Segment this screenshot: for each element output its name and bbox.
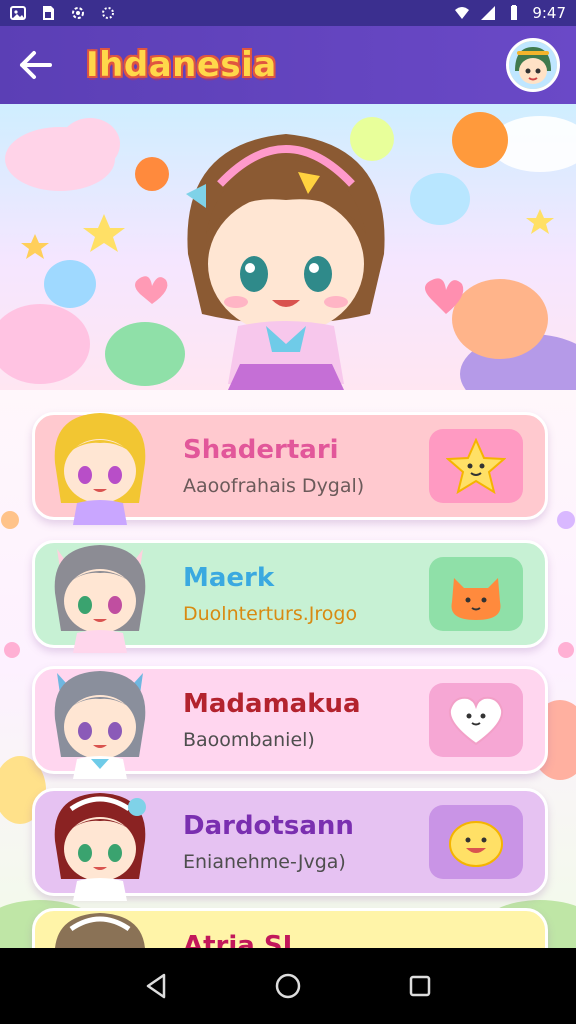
status-icons-right: 9:47 [454,4,566,22]
character-portrait [55,913,145,948]
card-badge[interactable] [429,683,523,757]
card-badge[interactable] [429,805,523,879]
heart-face-icon [448,696,504,746]
character-card-3[interactable]: Madamakua Baoombaniel) [32,666,548,779]
system-nav-bar [0,948,576,1024]
nav-home-button[interactable] [266,964,310,1008]
nav-recents-button[interactable] [398,964,442,1008]
card-text: Atria SI [183,931,415,948]
status-icons-left [10,5,116,21]
card-title: Maerk [183,563,275,593]
settings-icon [72,7,84,19]
profile-avatar[interactable] [506,38,560,92]
card-title: Dardotsann [183,811,354,841]
hero-illustration [0,112,576,390]
card-text: Shadertari Aaoofrahais Dygal) [183,435,415,497]
character-portrait [54,545,146,653]
nav-back-icon [146,973,166,999]
character-card-5[interactable]: Atria SI [32,908,548,948]
card-text: Dardotsann Enianehme-Jvga) [183,811,415,873]
status-time: 9:47 [532,4,566,22]
smile-face-icon [449,821,503,867]
card-subtitle: Baoombaniel) [183,729,315,751]
character-card-2[interactable]: Maerk Duolnterturs.Jrogo [32,540,548,653]
card-text: Madamakua Baoombaniel) [183,689,415,751]
card-title: Atria SI [183,931,293,948]
profile-avatar-icon [509,41,557,89]
app-title: Ihdanesia [86,45,277,85]
character-card-1[interactable]: Shadertari Aaoofrahais Dygal) [32,412,548,525]
hero-banner [0,104,576,390]
character-list: Shadertari Aaoofrahais Dygal) Maerk Duol… [0,390,576,948]
orange-cat-icon [451,578,501,620]
card-text: Maerk Duolnterturs.Jrogo [183,563,415,625]
card-title: Madamakua [183,689,361,719]
character-portrait [54,671,146,779]
character-portrait [54,793,146,901]
nav-back-button[interactable] [134,964,178,1008]
settings-alt-icon [102,7,114,19]
status-bar: 9:47 [0,0,576,26]
back-button[interactable] [16,45,56,85]
back-arrow-icon [20,51,52,79]
character-card-4[interactable]: Dardotsann Enianehme-Jvga) [32,788,548,901]
card-title: Shadertari [183,435,339,465]
card-subtitle: Aaoofrahais Dygal) [183,475,365,497]
character-portrait [54,413,146,525]
app-bar: Ihdanesia [0,26,576,104]
card-badge[interactable] [429,557,523,631]
wifi-icon [455,7,470,19]
card-subtitle: Enianehme-Jvga) [183,851,346,873]
photo-icon [10,6,26,20]
star-face-icon [446,438,506,494]
nav-recents-icon [409,975,431,997]
battery-icon [511,5,518,20]
card-subtitle: Duolnterturs.Jrogo [183,603,358,625]
sim-icon [43,6,54,20]
signal-icon [481,6,496,20]
nav-home-icon [275,973,301,999]
hero-character [186,134,385,390]
card-badge[interactable] [429,429,523,503]
